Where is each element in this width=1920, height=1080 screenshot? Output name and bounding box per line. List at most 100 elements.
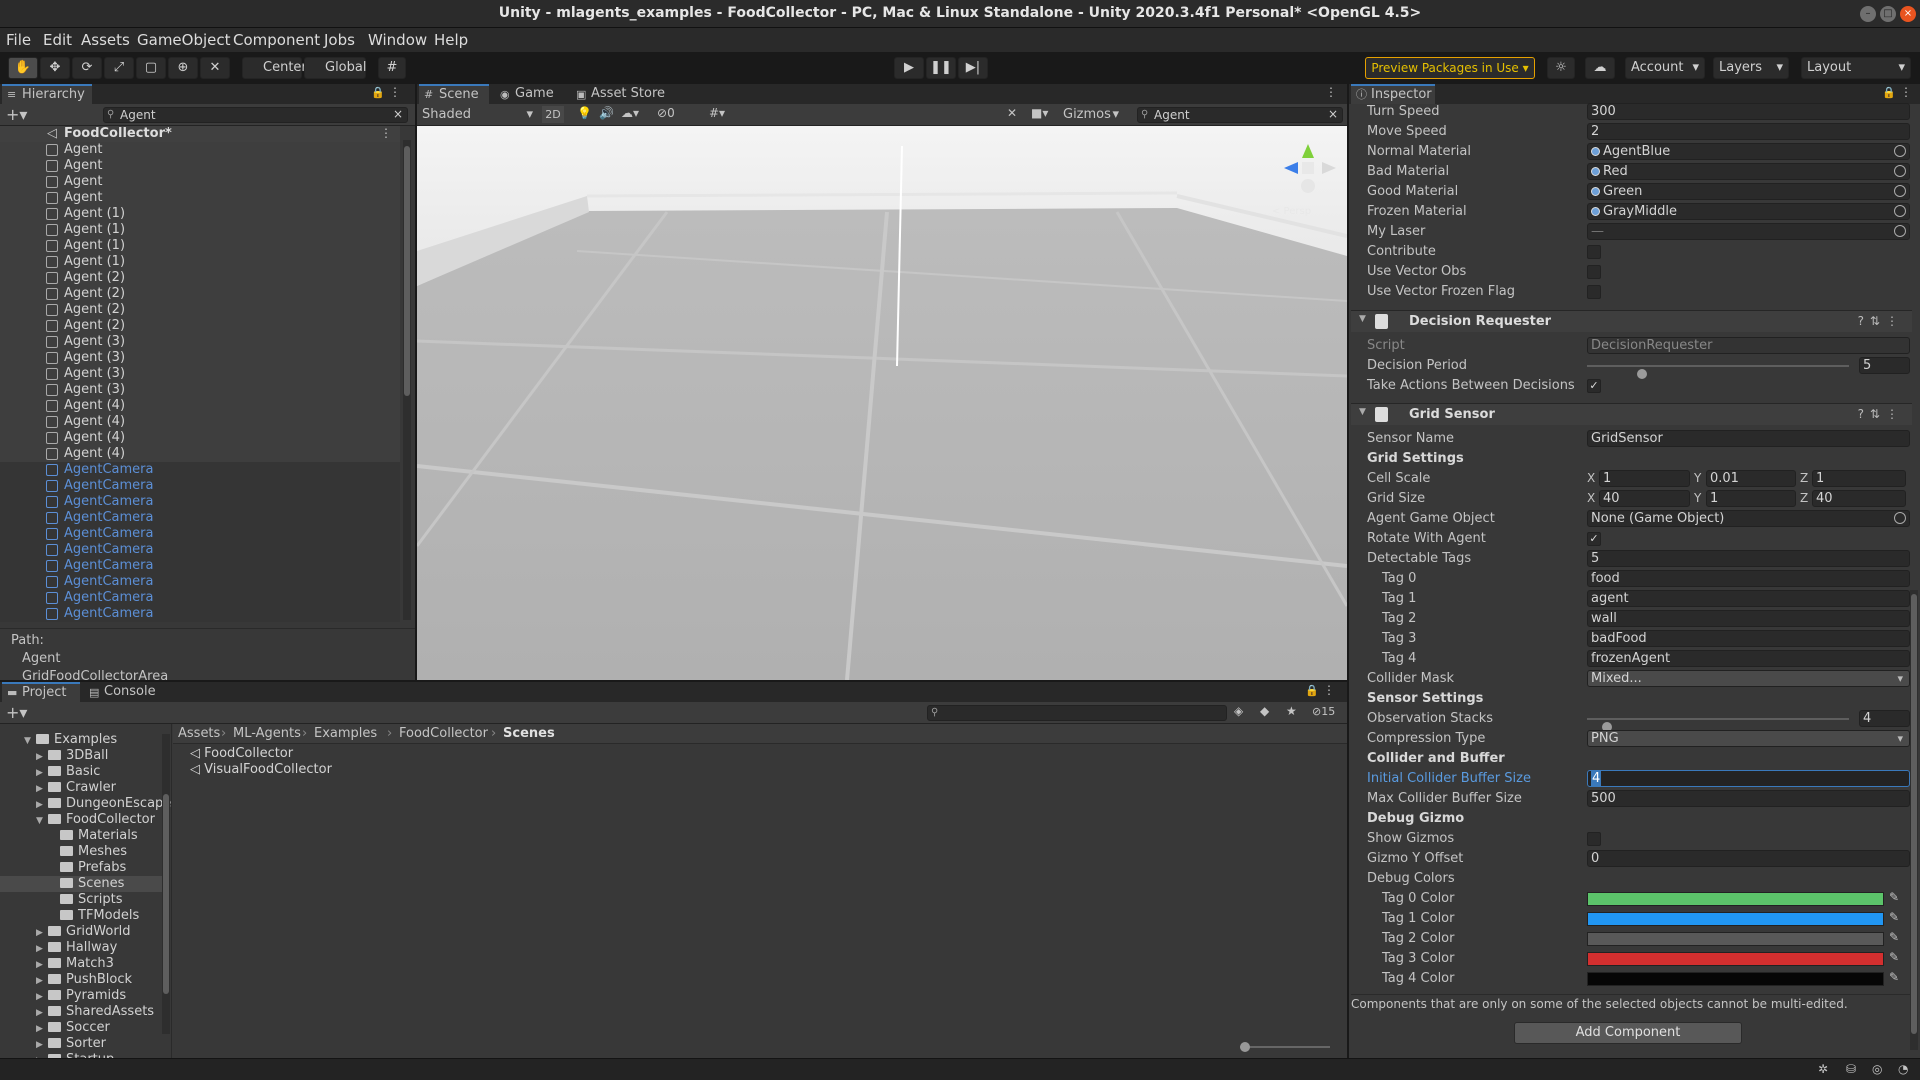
- folder-tree-item[interactable]: ▶ PushBlock: [0, 972, 162, 988]
- lock-icon[interactable]: 🔒: [1305, 684, 1319, 697]
- compression-type-dropdown[interactable]: PNG: [1587, 730, 1910, 747]
- orientation-gizmo[interactable]: [1272, 136, 1342, 206]
- kebab-icon[interactable]: ⋮: [1325, 85, 1337, 99]
- menu-assets[interactable]: Assets: [81, 31, 130, 49]
- hierarchy-row[interactable]: Agent (4): [0, 414, 400, 430]
- rotate-tool-icon[interactable]: ⟳: [72, 57, 102, 79]
- agent-game-object-field[interactable]: None (Game Object): [1587, 510, 1910, 527]
- folder-tree-item[interactable]: ▶ Crawler: [0, 780, 162, 796]
- progress-icon[interactable]: ◔: [1898, 1062, 1908, 1076]
- folder-tree-item[interactable]: Scenes: [0, 876, 162, 892]
- hierarchy-row[interactable]: AgentCamera: [0, 606, 400, 622]
- chevron-right-icon[interactable]: ▶: [36, 797, 48, 813]
- hierarchy-row[interactable]: AgentCamera: [0, 590, 400, 606]
- contribute-checkbox[interactable]: [1587, 245, 1601, 259]
- file-item[interactable]: ◁ VisualFoodCollector: [190, 762, 332, 777]
- tab-game[interactable]: ◉ Game: [495, 84, 559, 104]
- grid-size-y[interactable]: Y1: [1694, 490, 1800, 507]
- tree-scroll-thumb[interactable]: [163, 794, 169, 994]
- chevron-right-icon[interactable]: ▶: [36, 1037, 48, 1053]
- globe-icon[interactable]: ◎: [1872, 1062, 1882, 1076]
- eyedropper-icon[interactable]: ✎: [1889, 930, 1899, 944]
- tab-project[interactable]: ▬ Project: [2, 682, 80, 702]
- folder-tree-item[interactable]: ▶ GridWorld: [0, 924, 162, 940]
- decision-requester-header[interactable]: ▼ Decision Requester ?⇅⋮: [1351, 310, 1912, 332]
- hierarchy-scrollbar[interactable]: [403, 140, 411, 620]
- frozen-material-field[interactable]: GrayMiddle: [1587, 203, 1910, 220]
- folder-tree-item[interactable]: ▶ DungeonEscape: [0, 796, 171, 813]
- hierarchy-row[interactable]: Agent (3): [0, 366, 400, 382]
- hierarchy-row[interactable]: Agent (3): [0, 334, 400, 350]
- breadcrumb-scenes[interactable]: Scenes: [503, 724, 555, 743]
- minimize-icon[interactable]: –: [1860, 6, 1876, 22]
- use-vector-obs-checkbox[interactable]: [1587, 265, 1601, 279]
- eyedropper-icon[interactable]: ✎: [1889, 890, 1899, 904]
- hierarchy-row[interactable]: AgentCamera: [0, 478, 400, 494]
- pivot-center-button[interactable]: Center: [242, 57, 307, 79]
- eyedropper-icon[interactable]: ✎: [1889, 970, 1899, 984]
- cell-scale-x-input[interactable]: 1: [1599, 470, 1690, 487]
- folder-tree-item[interactable]: ▶ SharedAssets: [0, 1004, 162, 1020]
- chevron-right-icon[interactable]: ▶: [36, 925, 48, 941]
- hierarchy-row[interactable]: AgentCamera: [0, 574, 400, 590]
- menu-window[interactable]: Window: [368, 31, 427, 49]
- hierarchy-scroll-thumb[interactable]: [404, 146, 410, 396]
- detectable-tags-count-input[interactable]: 5: [1587, 550, 1910, 567]
- tools-icon[interactable]: ✕: [1007, 106, 1017, 120]
- eyedropper-icon[interactable]: ✎: [1889, 950, 1899, 964]
- object-picker-icon[interactable]: [1894, 225, 1906, 237]
- services-icon[interactable]: ☼: [1547, 57, 1575, 79]
- component-menu-icons[interactable]: ?⇅⋮: [1858, 407, 1904, 421]
- cell-scale-x[interactable]: X1: [1587, 470, 1694, 487]
- lighting-icon[interactable]: 💡: [577, 106, 592, 120]
- observation-stacks-slider[interactable]: [1587, 718, 1849, 732]
- color-swatch[interactable]: [1587, 912, 1884, 926]
- filter-label-icon[interactable]: ◆: [1260, 704, 1269, 718]
- filter-type-icon[interactable]: ◈: [1234, 704, 1243, 718]
- clear-search-icon[interactable]: ×: [1328, 107, 1338, 121]
- color-swatch[interactable]: [1587, 892, 1884, 906]
- cell-scale-z-input[interactable]: 1: [1812, 470, 1906, 487]
- color-swatch[interactable]: [1587, 972, 1884, 986]
- favorite-icon[interactable]: ★: [1286, 704, 1297, 718]
- hidden-packages-icon[interactable]: ⊘15: [1312, 705, 1335, 718]
- hidden-objects-icon[interactable]: ⊘0: [657, 106, 675, 120]
- hierarchy-row[interactable]: Agent (3): [0, 350, 400, 366]
- grid-size-z-input[interactable]: 40: [1812, 490, 1906, 507]
- folder-tree-item[interactable]: ▶ Hallway: [0, 940, 162, 956]
- hierarchy-row[interactable]: Agent (4): [0, 446, 400, 462]
- audio-icon[interactable]: 🔊: [599, 106, 614, 120]
- scene-viewport[interactable]: < Persp: [417, 126, 1347, 680]
- tag-input[interactable]: food: [1587, 570, 1910, 587]
- eyedropper-icon[interactable]: ✎: [1889, 910, 1899, 924]
- good-material-field[interactable]: Green: [1587, 183, 1910, 200]
- lock-icon[interactable]: 🔒: [1882, 86, 1896, 99]
- icon-size-thumb[interactable]: [1240, 1042, 1250, 1052]
- toggle-2d-button[interactable]: 2D: [542, 106, 564, 123]
- tab-console[interactable]: ▤ Console: [84, 682, 160, 702]
- pause-button[interactable]: ❚❚: [926, 57, 956, 79]
- cell-scale-y-input[interactable]: 0.01: [1706, 470, 1796, 487]
- hierarchy-row[interactable]: Agent (1): [0, 206, 400, 222]
- menu-edit[interactable]: Edit: [43, 31, 72, 49]
- tag-input[interactable]: wall: [1587, 610, 1910, 627]
- inspector-scrollbar[interactable]: [1910, 590, 1918, 1050]
- foldout-arrow-icon[interactable]: ▼: [1359, 314, 1366, 324]
- sensor-name-input[interactable]: GridSensor: [1587, 430, 1910, 447]
- scale-tool-icon[interactable]: ⤢: [104, 57, 134, 79]
- hierarchy-row[interactable]: AgentCamera: [0, 510, 400, 526]
- hierarchy-row[interactable]: Agent (3): [0, 382, 400, 398]
- chevron-down-icon[interactable]: ▼: [24, 733, 36, 749]
- pivot-global-button[interactable]: Global: [304, 57, 366, 79]
- persp-label[interactable]: < Persp: [1272, 206, 1311, 217]
- chevron-right-icon[interactable]: ▶: [36, 749, 48, 765]
- kebab-icon[interactable]: ⋮: [1900, 85, 1912, 99]
- hierarchy-row[interactable]: Agent: [0, 158, 400, 174]
- hierarchy-row[interactable]: AgentCamera: [0, 542, 400, 558]
- color-swatch[interactable]: [1587, 932, 1884, 946]
- menu-file[interactable]: File: [6, 31, 31, 49]
- tag-input[interactable]: badFood: [1587, 630, 1910, 647]
- layout-dropdown[interactable]: Layout ▾: [1801, 57, 1911, 79]
- hierarchy-row[interactable]: Agent (2): [0, 318, 400, 334]
- chevron-right-icon[interactable]: ▶: [36, 1005, 48, 1021]
